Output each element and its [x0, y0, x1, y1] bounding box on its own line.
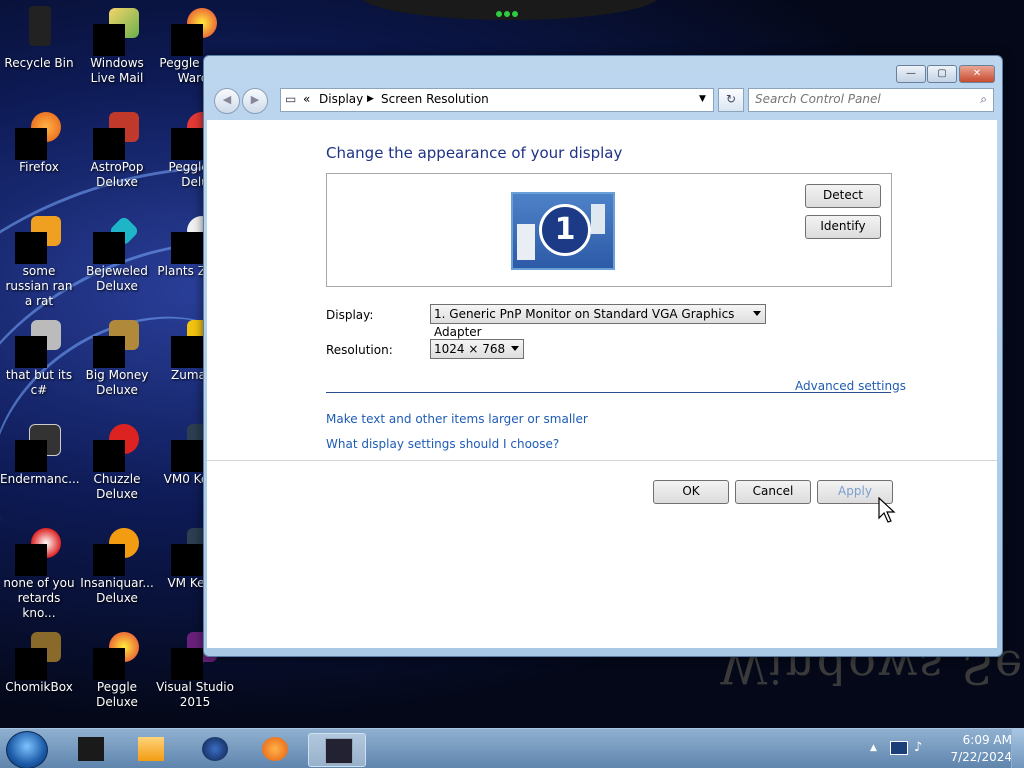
- control-panel-icon: [325, 738, 353, 764]
- display-label: Display:: [326, 308, 374, 322]
- start-button[interactable]: [6, 731, 48, 768]
- desktop-icon-endermanch[interactable]: Endermanc...: [0, 422, 80, 487]
- divider: [207, 460, 997, 461]
- mail-icon: [93, 6, 141, 56]
- display-select-value: 1. Generic PnP Monitor on Standard VGA G…: [434, 307, 735, 339]
- forward-button[interactable]: ▶: [242, 88, 268, 114]
- monitor-preview-area: 1 Detect Identify: [326, 173, 892, 287]
- system-tray: ▲ ♪ 6:09 AM 7/22/2024: [868, 729, 1024, 768]
- cancel-button[interactable]: Cancel: [735, 480, 811, 504]
- resolution-select-value: 1024 × 768: [434, 342, 506, 356]
- app-icon: [15, 526, 63, 576]
- navigation-bar: ◀ ▶ ▭ « Display ▶ Screen Resolution ▼ ↻ …: [212, 86, 994, 114]
- taskbar-item-control-panel[interactable]: [308, 733, 366, 767]
- breadcrumb-display[interactable]: Display: [319, 92, 363, 106]
- monitor-window-right: [591, 204, 605, 234]
- divider: [326, 392, 891, 393]
- display-help-link[interactable]: What display settings should I choose?: [326, 437, 559, 451]
- taskbar-item-firefox[interactable]: [246, 733, 302, 765]
- back-button[interactable]: ◀: [214, 88, 240, 114]
- address-dropdown-icon[interactable]: ▼: [699, 94, 706, 104]
- network-icon[interactable]: [890, 741, 908, 755]
- address-bar[interactable]: ▭ « Display ▶ Screen Resolution ▼: [280, 88, 714, 112]
- text-size-link[interactable]: Make text and other items larger or smal…: [326, 412, 588, 426]
- wallpaper-dots: [496, 6, 528, 18]
- game-icon: [93, 630, 141, 680]
- monitor-window-left: [517, 224, 535, 260]
- desktop-icon-chomikbox[interactable]: ChomikBox: [0, 630, 78, 695]
- shortcut-icon: [15, 318, 63, 368]
- control-panel-icon: ▭: [285, 92, 297, 106]
- close-icon: ✕: [972, 68, 982, 79]
- desktop-icon-bejeweled[interactable]: Bejeweled Deluxe: [78, 214, 156, 294]
- maximize-icon: ▢: [937, 68, 947, 79]
- desktop-icon-peggle-deluxe[interactable]: Peggle Deluxe: [78, 630, 156, 710]
- desktop-icon-big-money[interactable]: Big Money Deluxe: [78, 318, 156, 398]
- screen-resolution-window: — ▢ ✕ ◀ ▶ ▭ « Display ▶ Screen Resolutio…: [203, 55, 1003, 657]
- taskbar-item-1[interactable]: [62, 733, 118, 765]
- resolution-label: Resolution:: [326, 343, 393, 357]
- desktop-icon-chuzzle[interactable]: Chuzzle Deluxe: [78, 422, 156, 502]
- game-icon: [93, 422, 141, 472]
- search-icon: ⌕: [980, 92, 987, 106]
- gem-icon: [93, 214, 141, 264]
- desktop-icon-insaniquarium[interactable]: Insaniquar... Deluxe: [78, 526, 156, 606]
- close-button[interactable]: ✕: [959, 65, 995, 83]
- search-input[interactable]: [749, 89, 971, 109]
- desktop-icon-recycle-bin[interactable]: Recycle Bin: [0, 6, 78, 71]
- breadcrumb-overflow[interactable]: «: [303, 92, 310, 106]
- firefox-icon: [262, 737, 288, 761]
- desktop-icon-windows-live-mail[interactable]: Windows Live Mail: [78, 6, 156, 86]
- desktop-icon-that-but-its-c[interactable]: that but its c#: [0, 318, 78, 398]
- taskbar-item-media-player[interactable]: [122, 733, 178, 765]
- maximize-button[interactable]: ▢: [927, 65, 957, 83]
- chomikbox-icon: [15, 630, 63, 680]
- app-icon: [78, 737, 104, 761]
- search-box[interactable]: ⌕: [748, 88, 994, 112]
- clock-date[interactable]: 7/22/2024: [950, 750, 1012, 764]
- file-icon: [15, 214, 63, 264]
- resolution-select[interactable]: 1024 × 768: [430, 339, 524, 359]
- desktop-icon-astropop[interactable]: AstroPop Deluxe: [78, 110, 156, 190]
- chevron-down-icon: [753, 311, 761, 316]
- app-icon: [15, 422, 63, 472]
- display-select[interactable]: 1. Generic PnP Monitor on Standard VGA G…: [430, 304, 766, 339]
- identify-button[interactable]: Identify: [805, 215, 881, 239]
- refresh-icon: ↻: [725, 92, 737, 106]
- show-desktop-button[interactable]: [1011, 729, 1024, 768]
- minimize-icon: —: [906, 68, 916, 79]
- desktop-icon-firefox[interactable]: Firefox: [0, 110, 78, 175]
- app-icon: [202, 737, 228, 761]
- recycle-bin-icon: [15, 6, 63, 50]
- mouse-cursor-icon: [878, 497, 896, 523]
- taskbar: ▲ ♪ 6:09 AM 7/22/2024: [0, 728, 1024, 768]
- firefox-icon: [15, 110, 63, 160]
- desktop-icon-some-russian[interactable]: some russian ran a rat: [0, 214, 78, 309]
- breadcrumb-separator-icon[interactable]: ▶: [367, 94, 374, 104]
- minimize-button[interactable]: —: [896, 65, 926, 83]
- media-player-icon: [138, 737, 164, 761]
- show-hidden-icons[interactable]: ▲: [870, 743, 877, 753]
- game-icon: [93, 110, 141, 160]
- breadcrumb-screen-resolution[interactable]: Screen Resolution: [381, 92, 489, 106]
- refresh-button[interactable]: ↻: [718, 88, 744, 112]
- advanced-settings-link[interactable]: Advanced settings: [795, 379, 906, 393]
- clock-time[interactable]: 6:09 AM: [963, 733, 1012, 747]
- game-icon: [93, 318, 141, 368]
- monitor-1-icon[interactable]: 1: [511, 192, 615, 270]
- page-title: Change the appearance of your display: [326, 144, 623, 162]
- volume-icon[interactable]: ♪: [914, 740, 922, 755]
- taskbar-item-3[interactable]: [186, 733, 242, 765]
- monitor-number: 1: [539, 204, 591, 256]
- back-arrow-icon: ◀: [222, 93, 232, 106]
- content-pane: Change the appearance of your display 1 …: [207, 120, 997, 648]
- forward-arrow-icon: ▶: [250, 93, 260, 106]
- desktop-icon-none-of-you[interactable]: none of you retards kno...: [0, 526, 78, 621]
- detect-button[interactable]: Detect: [805, 184, 881, 208]
- chevron-down-icon: [511, 346, 519, 351]
- game-icon: [171, 6, 219, 56]
- fish-icon: [93, 526, 141, 576]
- ok-button[interactable]: OK: [653, 480, 729, 504]
